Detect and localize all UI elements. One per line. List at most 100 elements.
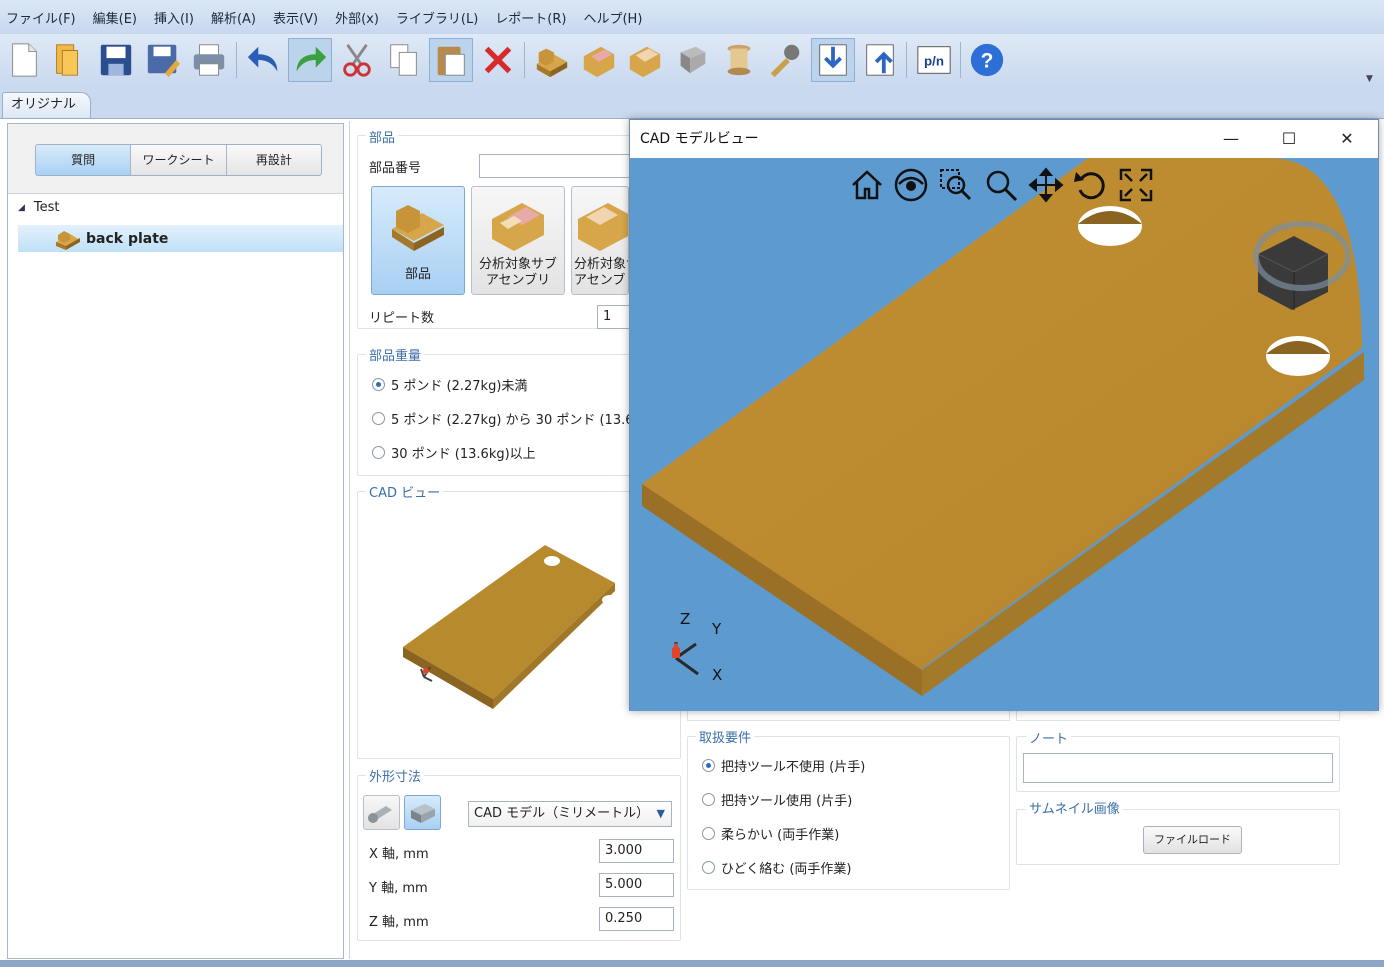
import-icon[interactable] (811, 38, 855, 82)
handling-option-label: 把持ツール使用 (片手) (721, 794, 853, 809)
minimize-icon: — (1223, 129, 1239, 148)
tree-root[interactable]: ◢ Test (18, 200, 60, 215)
handling-option-label: ひどく絡む (両手作業) (721, 862, 852, 877)
minimize-button[interactable]: — (1208, 120, 1254, 158)
cut-icon[interactable] (335, 38, 379, 82)
subassembly-type-button[interactable]: 分析対象サブ アセンブリ (471, 186, 565, 295)
menu-item[interactable]: 外部(x) (335, 8, 379, 27)
zoom-icon[interactable] (982, 166, 1020, 204)
file-load-button[interactable]: ファイルロード (1143, 826, 1242, 854)
axis-z-label: Z (680, 610, 691, 628)
toolbar-overflow-icon[interactable]: ▼ (1366, 74, 1373, 84)
menu-item[interactable]: ライブラリ(L) (396, 8, 478, 27)
help-icon[interactable]: ? (965, 38, 1009, 82)
x-axis-input[interactable]: 3.000 (599, 839, 674, 863)
panel-divider[interactable] (349, 121, 350, 959)
radio-selected-icon (702, 759, 715, 772)
tab-worksheet[interactable]: ワークシート (131, 145, 227, 175)
weight-option-label: 5 ポンド (2.27kg)未満 (391, 379, 528, 394)
menu-item[interactable]: 表示(V) (273, 8, 318, 27)
doc-tabstrip: オリジナル (0, 86, 1384, 118)
y-axis-label: Y 軸, mm (369, 881, 428, 896)
eye-icon[interactable] (892, 166, 930, 204)
handling-option-no-tool[interactable]: 把持ツール不使用 (片手) (702, 756, 865, 775)
delete-icon[interactable] (476, 38, 520, 82)
menu-item[interactable]: 編集(E) (93, 8, 137, 27)
radio-icon (702, 793, 715, 806)
save-icon[interactable] (94, 38, 138, 82)
handling-option-tool[interactable]: 把持ツール使用 (片手) (702, 790, 852, 809)
cad-viewport[interactable]: Z Y X (630, 158, 1378, 711)
part-group-title: 部品 (366, 127, 399, 146)
notes-input[interactable] (1023, 753, 1333, 783)
x-axis-label: X 軸, mm (369, 847, 429, 862)
handling-option-label: 把持ツール不使用 (片手) (721, 760, 866, 775)
assembly-type-label: 分析対象サブ アセンブリ (574, 257, 628, 288)
save-as-icon[interactable] (141, 38, 185, 82)
pan-icon[interactable] (1027, 166, 1065, 204)
cad-model-window: CAD モデルビュー — ☐ ✕ Z Y X (629, 119, 1379, 711)
part-icon[interactable] (530, 38, 574, 82)
copy-icon[interactable] (382, 38, 426, 82)
z-axis-input[interactable]: 0.250 (599, 907, 674, 931)
tab-original[interactable]: オリジナル (2, 92, 92, 118)
z-axis-label: Z 軸, mm (369, 915, 429, 930)
menu-item[interactable]: 解析(A) (211, 8, 256, 27)
tab-redesign[interactable]: 再設計 (227, 145, 321, 175)
box-icon (411, 804, 435, 823)
screw-icon[interactable] (764, 38, 808, 82)
axis-y-label: Y (712, 620, 722, 638)
cad-window-title: CAD モデルビュー (640, 131, 759, 147)
tree-item-label: back plate (86, 231, 169, 247)
weight-option-heavy[interactable]: 30 ポンド (13.6kg)以上 (372, 443, 536, 462)
dimension-source-select[interactable]: CAD モデル（ミリメートル） ▼ (468, 801, 672, 827)
redo-icon[interactable] (288, 38, 332, 82)
menu-item[interactable]: 挿入(I) (154, 8, 194, 27)
menu-item[interactable]: ヘルプ(H) (583, 8, 642, 27)
axis-x-label: X (712, 666, 723, 684)
tab-questions[interactable]: 質問 (36, 145, 132, 175)
subassembly-icon[interactable] (577, 38, 621, 82)
undo-icon[interactable] (242, 38, 286, 82)
expand-arrow-icon[interactable]: ◢ (18, 203, 25, 213)
rotate-icon[interactable] (1072, 166, 1110, 204)
left-panel: 質問 ワークシート 再設計 ◢ Test back plate (7, 123, 344, 959)
box-shape-button[interactable] (404, 795, 441, 830)
fastener-icon[interactable] (670, 38, 714, 82)
tree-item-back-plate[interactable]: back plate (54, 228, 168, 250)
spool-icon[interactable] (717, 38, 761, 82)
chevron-down-icon: ▼ (656, 807, 665, 820)
weight-option-light[interactable]: 5 ポンド (2.27kg)未満 (372, 375, 527, 394)
open-folder-icon[interactable] (46, 38, 90, 82)
fit-all-icon[interactable] (1117, 166, 1155, 204)
close-button[interactable]: ✕ (1324, 120, 1370, 158)
home-icon[interactable] (848, 166, 886, 204)
assembly-icon (578, 203, 628, 251)
cylinder-shape-button[interactable] (363, 795, 400, 830)
cad-model-render[interactable] (630, 158, 1378, 711)
handling-option-tangle[interactable]: ひどく絡む (両手作業) (702, 858, 852, 877)
maximize-button[interactable]: ☐ (1266, 120, 1312, 158)
export-icon[interactable] (858, 38, 902, 82)
subassembly-icon (492, 203, 544, 251)
cad-window-titlebar[interactable]: CAD モデルビュー — ☐ ✕ (630, 120, 1378, 158)
menu-item[interactable]: レポート(R) (495, 8, 566, 27)
radio-selected-icon (372, 378, 385, 391)
close-icon: ✕ (1340, 129, 1354, 148)
cylinder-icon (368, 806, 392, 823)
y-axis-input[interactable]: 5.000 (599, 873, 674, 897)
status-bar (0, 960, 1384, 967)
part-number-label: 部品番号 (369, 161, 422, 176)
part-number-icon[interactable]: p/n (912, 38, 956, 82)
toolbar: p/n ? ▼ (0, 34, 1384, 86)
new-document-icon[interactable] (2, 38, 46, 82)
print-icon[interactable] (187, 38, 231, 82)
handling-option-soft[interactable]: 柔らかい (両手作業) (702, 824, 839, 843)
assembly-icon[interactable] (623, 38, 667, 82)
paste-icon[interactable] (429, 38, 473, 82)
zoom-window-icon[interactable] (937, 166, 975, 204)
weight-option-medium[interactable]: 5 ポンド (2.27kg) から 30 ポンド (13.6kg) (372, 409, 654, 428)
assembly-type-button[interactable]: 分析対象サブ アセンブリ (571, 186, 629, 295)
menu-item[interactable]: ファイル(F) (6, 8, 76, 27)
part-type-button[interactable]: 部品 (371, 186, 465, 295)
